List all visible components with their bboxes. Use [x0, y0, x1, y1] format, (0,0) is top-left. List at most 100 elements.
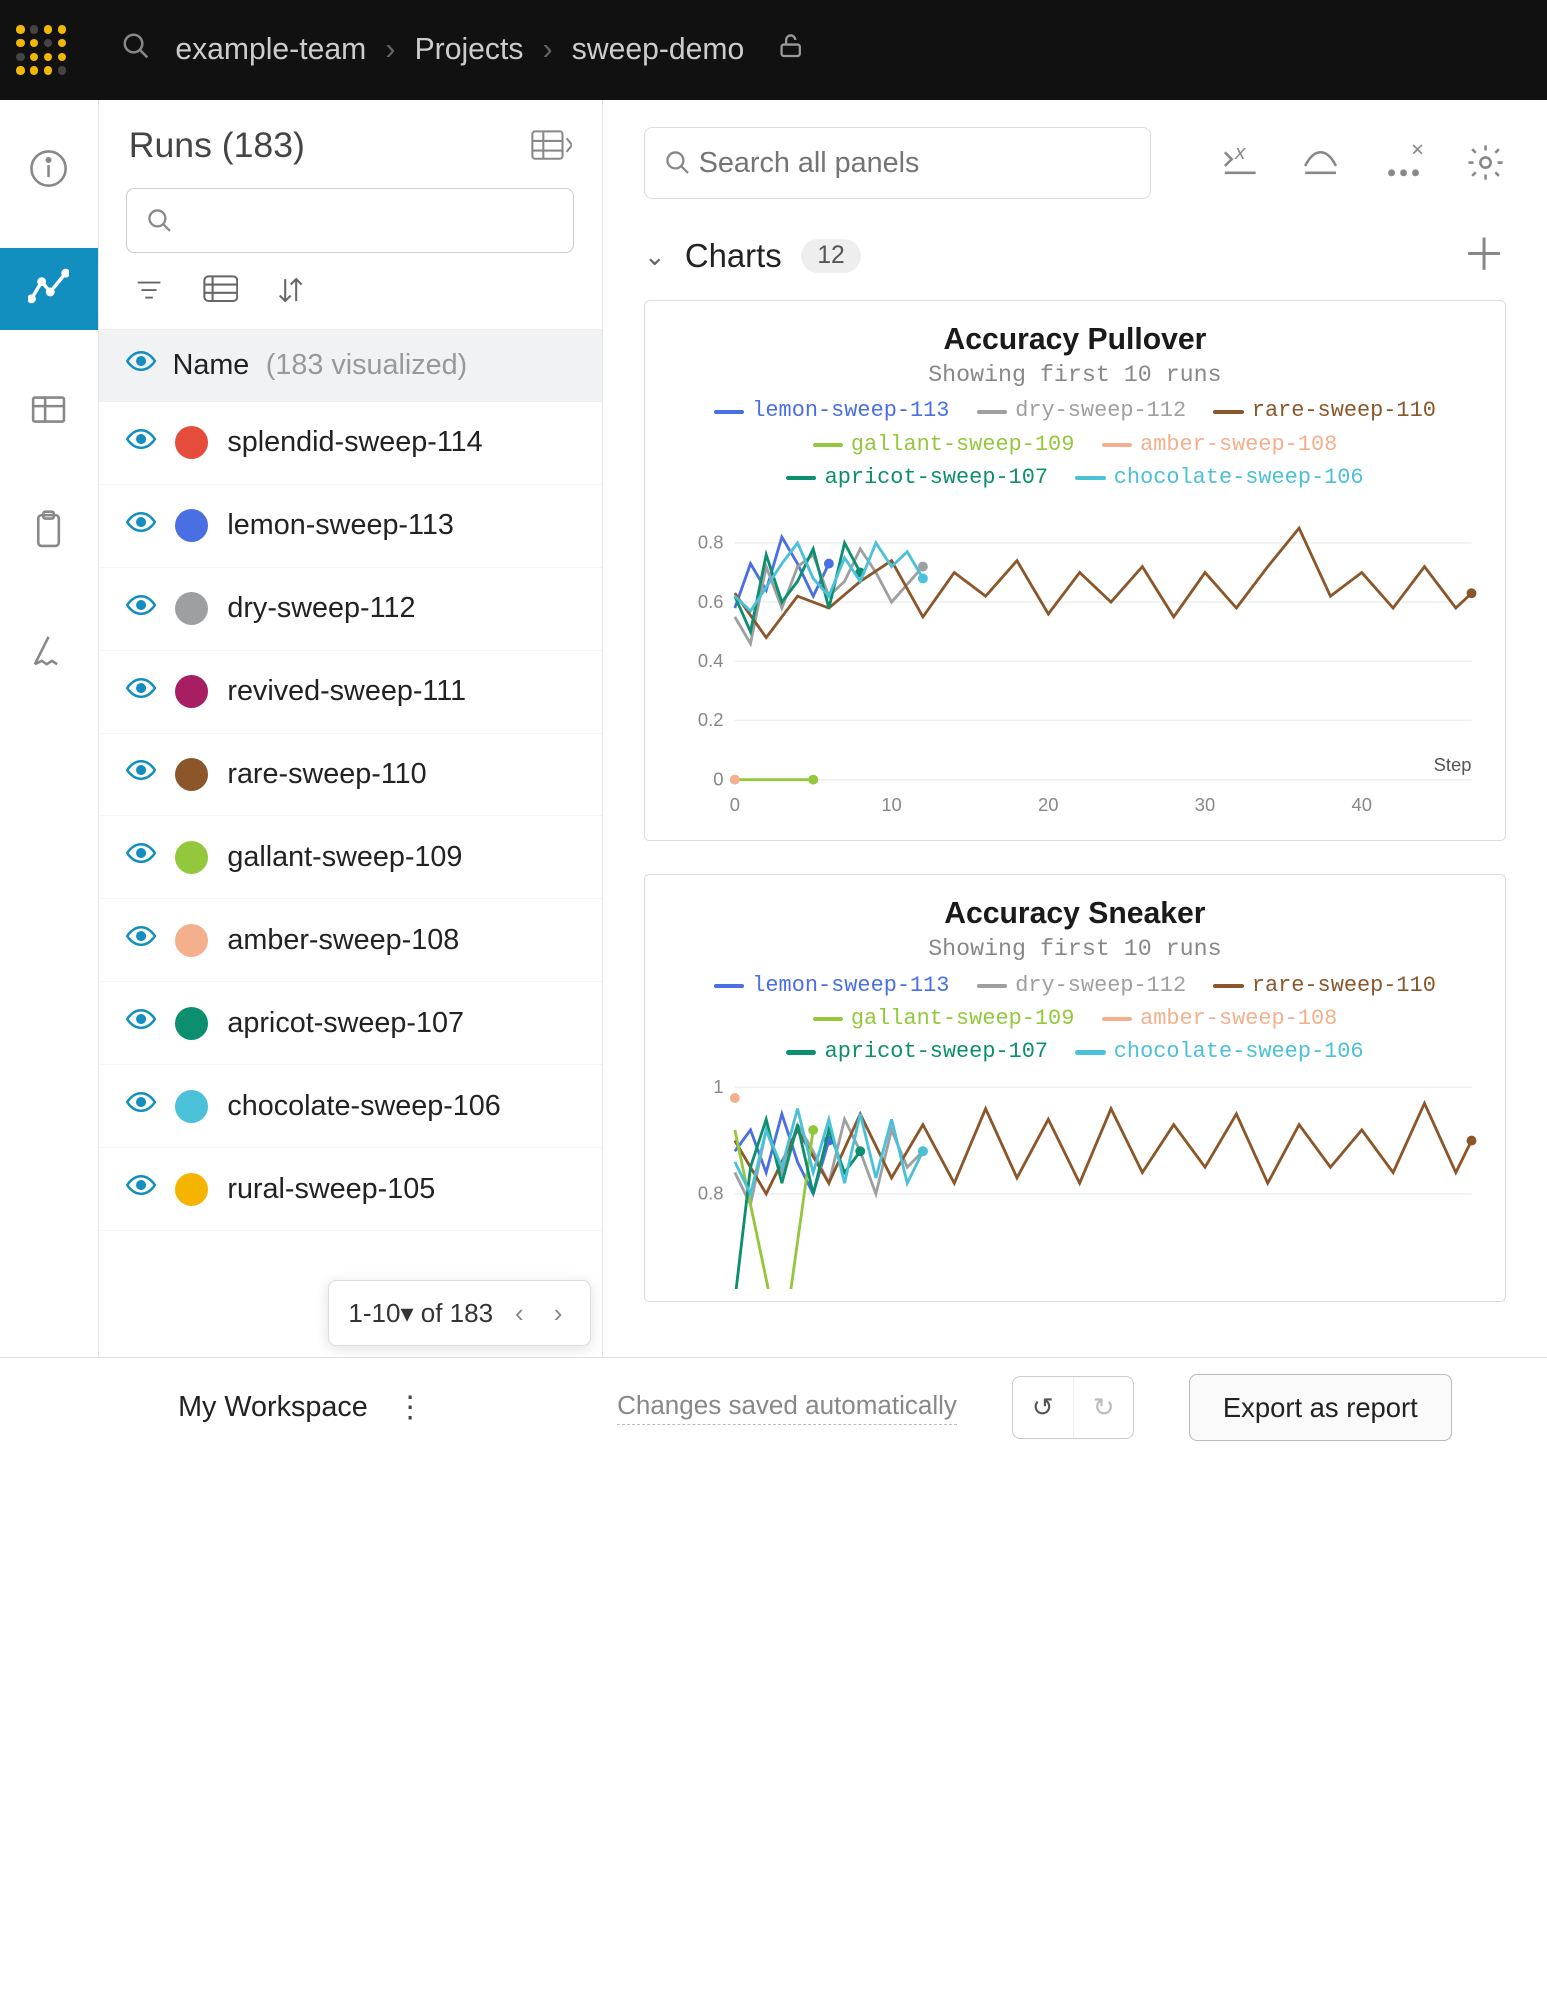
run-name: rural-sweep-105 — [227, 1173, 435, 1206]
eye-icon[interactable] — [126, 673, 156, 711]
eye-icon[interactable] — [126, 921, 156, 959]
svg-text:Step: Step — [1434, 754, 1472, 775]
run-color-swatch — [175, 924, 208, 957]
chart-card[interactable]: Accuracy SneakerShowing first 10 runslem… — [644, 874, 1506, 1302]
run-color-swatch — [175, 426, 208, 459]
redo-button[interactable]: ↻ — [1073, 1377, 1133, 1437]
run-color-swatch — [175, 1007, 208, 1040]
nav-info[interactable] — [0, 127, 98, 209]
eye-icon[interactable] — [126, 590, 156, 628]
run-name: rare-sweep-110 — [227, 758, 426, 791]
chevron-right-icon: › — [543, 33, 553, 67]
svg-text:10: 10 — [881, 794, 901, 815]
eye-icon[interactable] — [126, 1170, 156, 1208]
eye-icon[interactable] — [126, 507, 156, 545]
runs-panel: Runs (183) Name (183 visualized) splendi… — [99, 100, 603, 1357]
svg-text:20: 20 — [1038, 794, 1058, 815]
eye-icon[interactable] — [126, 1004, 156, 1042]
svg-text:0: 0 — [713, 768, 723, 789]
run-color-swatch — [175, 509, 208, 542]
run-row[interactable]: revived-sweep-111 — [99, 651, 602, 734]
breadcrumb-team[interactable]: example-team — [175, 33, 366, 67]
run-row[interactable]: apricot-sweep-107 — [99, 982, 602, 1065]
kebab-icon[interactable]: ⋮ — [395, 1390, 425, 1425]
runs-search-input[interactable] — [174, 206, 555, 234]
app-logo[interactable] — [14, 23, 69, 78]
bottombar: My Workspace ⋮ Changes saved automatical… — [0, 1357, 1547, 1457]
svg-text:0: 0 — [730, 794, 740, 815]
run-row[interactable]: lemon-sweep-113 — [99, 485, 602, 568]
runs-pager: 1-10▾ of 183 ‹ › — [328, 1280, 591, 1346]
run-name: dry-sweep-112 — [227, 592, 415, 625]
svg-text:30: 30 — [1195, 794, 1215, 815]
run-name: splendid-sweep-114 — [227, 426, 482, 459]
nav-charts[interactable] — [0, 248, 98, 330]
table-icon[interactable] — [531, 130, 572, 160]
eye-icon[interactable] — [126, 838, 156, 876]
pager-range[interactable]: 1-10▾ of 183 — [348, 1298, 493, 1329]
run-row[interactable]: gallant-sweep-109 — [99, 816, 602, 899]
charts-section-header[interactable]: ⌄ Charts 12 ＋ — [644, 234, 1506, 278]
gear-icon[interactable] — [1465, 142, 1506, 183]
columns-icon[interactable] — [203, 275, 239, 312]
run-color-swatch — [175, 675, 208, 708]
pager-next[interactable]: › — [546, 1295, 571, 1331]
pager-prev[interactable]: ‹ — [507, 1295, 532, 1331]
workspace-label[interactable]: My Workspace — [178, 1391, 368, 1424]
run-name: amber-sweep-108 — [227, 924, 459, 957]
nav-rail — [0, 100, 99, 1457]
svg-text:0.8: 0.8 — [698, 1183, 724, 1204]
nav-sweeps[interactable] — [0, 610, 98, 692]
runs-panel-title: Runs (183) — [129, 125, 305, 166]
chart-title: Accuracy Pullover — [664, 323, 1486, 357]
chevron-right-icon: › — [385, 33, 395, 67]
search-icon — [146, 207, 173, 234]
unlock-icon[interactable] — [777, 32, 804, 67]
chevron-down-icon: ⌄ — [644, 241, 666, 272]
panel-search-input[interactable] — [699, 147, 1131, 180]
run-row[interactable]: chocolate-sweep-106 — [99, 1065, 602, 1148]
run-color-swatch — [175, 758, 208, 791]
sort-icon[interactable] — [277, 275, 304, 312]
run-color-swatch — [175, 1173, 208, 1206]
chart-subtitle: Showing first 10 runs — [664, 936, 1486, 962]
svg-text:x: x — [1234, 142, 1246, 164]
run-row[interactable]: amber-sweep-108 — [99, 899, 602, 982]
panel-search[interactable] — [644, 127, 1151, 198]
export-button[interactable]: Export as report — [1189, 1374, 1452, 1441]
column-name-count: (183 visualized) — [266, 349, 467, 382]
smoothing-icon[interactable] — [1300, 142, 1341, 183]
run-row[interactable]: rare-sweep-110 — [99, 734, 602, 817]
eye-icon[interactable] — [126, 346, 156, 384]
run-name: gallant-sweep-109 — [227, 841, 462, 874]
svg-text:✕: ✕ — [1410, 142, 1424, 160]
axis-icon[interactable]: x — [1218, 142, 1259, 183]
run-row[interactable]: dry-sweep-112 — [99, 568, 602, 651]
add-chart-button[interactable]: ＋ — [1462, 234, 1506, 278]
nav-reports[interactable] — [0, 489, 98, 571]
chart-title: Accuracy Sneaker — [664, 897, 1486, 931]
filter-icon[interactable] — [134, 275, 164, 312]
runs-search[interactable] — [126, 188, 574, 254]
chart-card[interactable]: Accuracy PulloverShowing first 10 runsle… — [644, 300, 1506, 841]
breadcrumb-project[interactable]: sweep-demo — [572, 33, 744, 67]
chart-plot[interactable]: 0.60.81010203040Step — [664, 1076, 1486, 1289]
column-name-label: Name — [173, 349, 250, 382]
eye-icon[interactable] — [126, 424, 156, 462]
breadcrumb-section[interactable]: Projects — [415, 33, 524, 67]
chart-subtitle: Showing first 10 runs — [664, 362, 1486, 388]
outliers-icon[interactable]: ✕ — [1383, 142, 1424, 183]
run-list[interactable]: splendid-sweep-114 lemon-sweep-113 dry-swe… — [99, 402, 602, 1357]
search-icon[interactable] — [121, 31, 151, 68]
run-row[interactable]: splendid-sweep-114 — [99, 402, 602, 485]
chart-plot[interactable]: 00.20.40.60.8010203040Step — [664, 502, 1486, 828]
nav-table[interactable] — [0, 368, 98, 450]
run-row[interactable]: rural-sweep-105 — [99, 1148, 602, 1231]
run-color-swatch — [175, 592, 208, 625]
runs-column-header[interactable]: Name (183 visualized) — [99, 329, 602, 402]
undo-button[interactable]: ↺ — [1013, 1377, 1073, 1437]
eye-icon[interactable] — [126, 755, 156, 793]
eye-icon[interactable] — [126, 1087, 156, 1125]
svg-text:1: 1 — [713, 1076, 723, 1097]
main-content: x ✕ ⌄ Charts 12 ＋ Accuracy Pullover Showi… — [603, 100, 1547, 1357]
